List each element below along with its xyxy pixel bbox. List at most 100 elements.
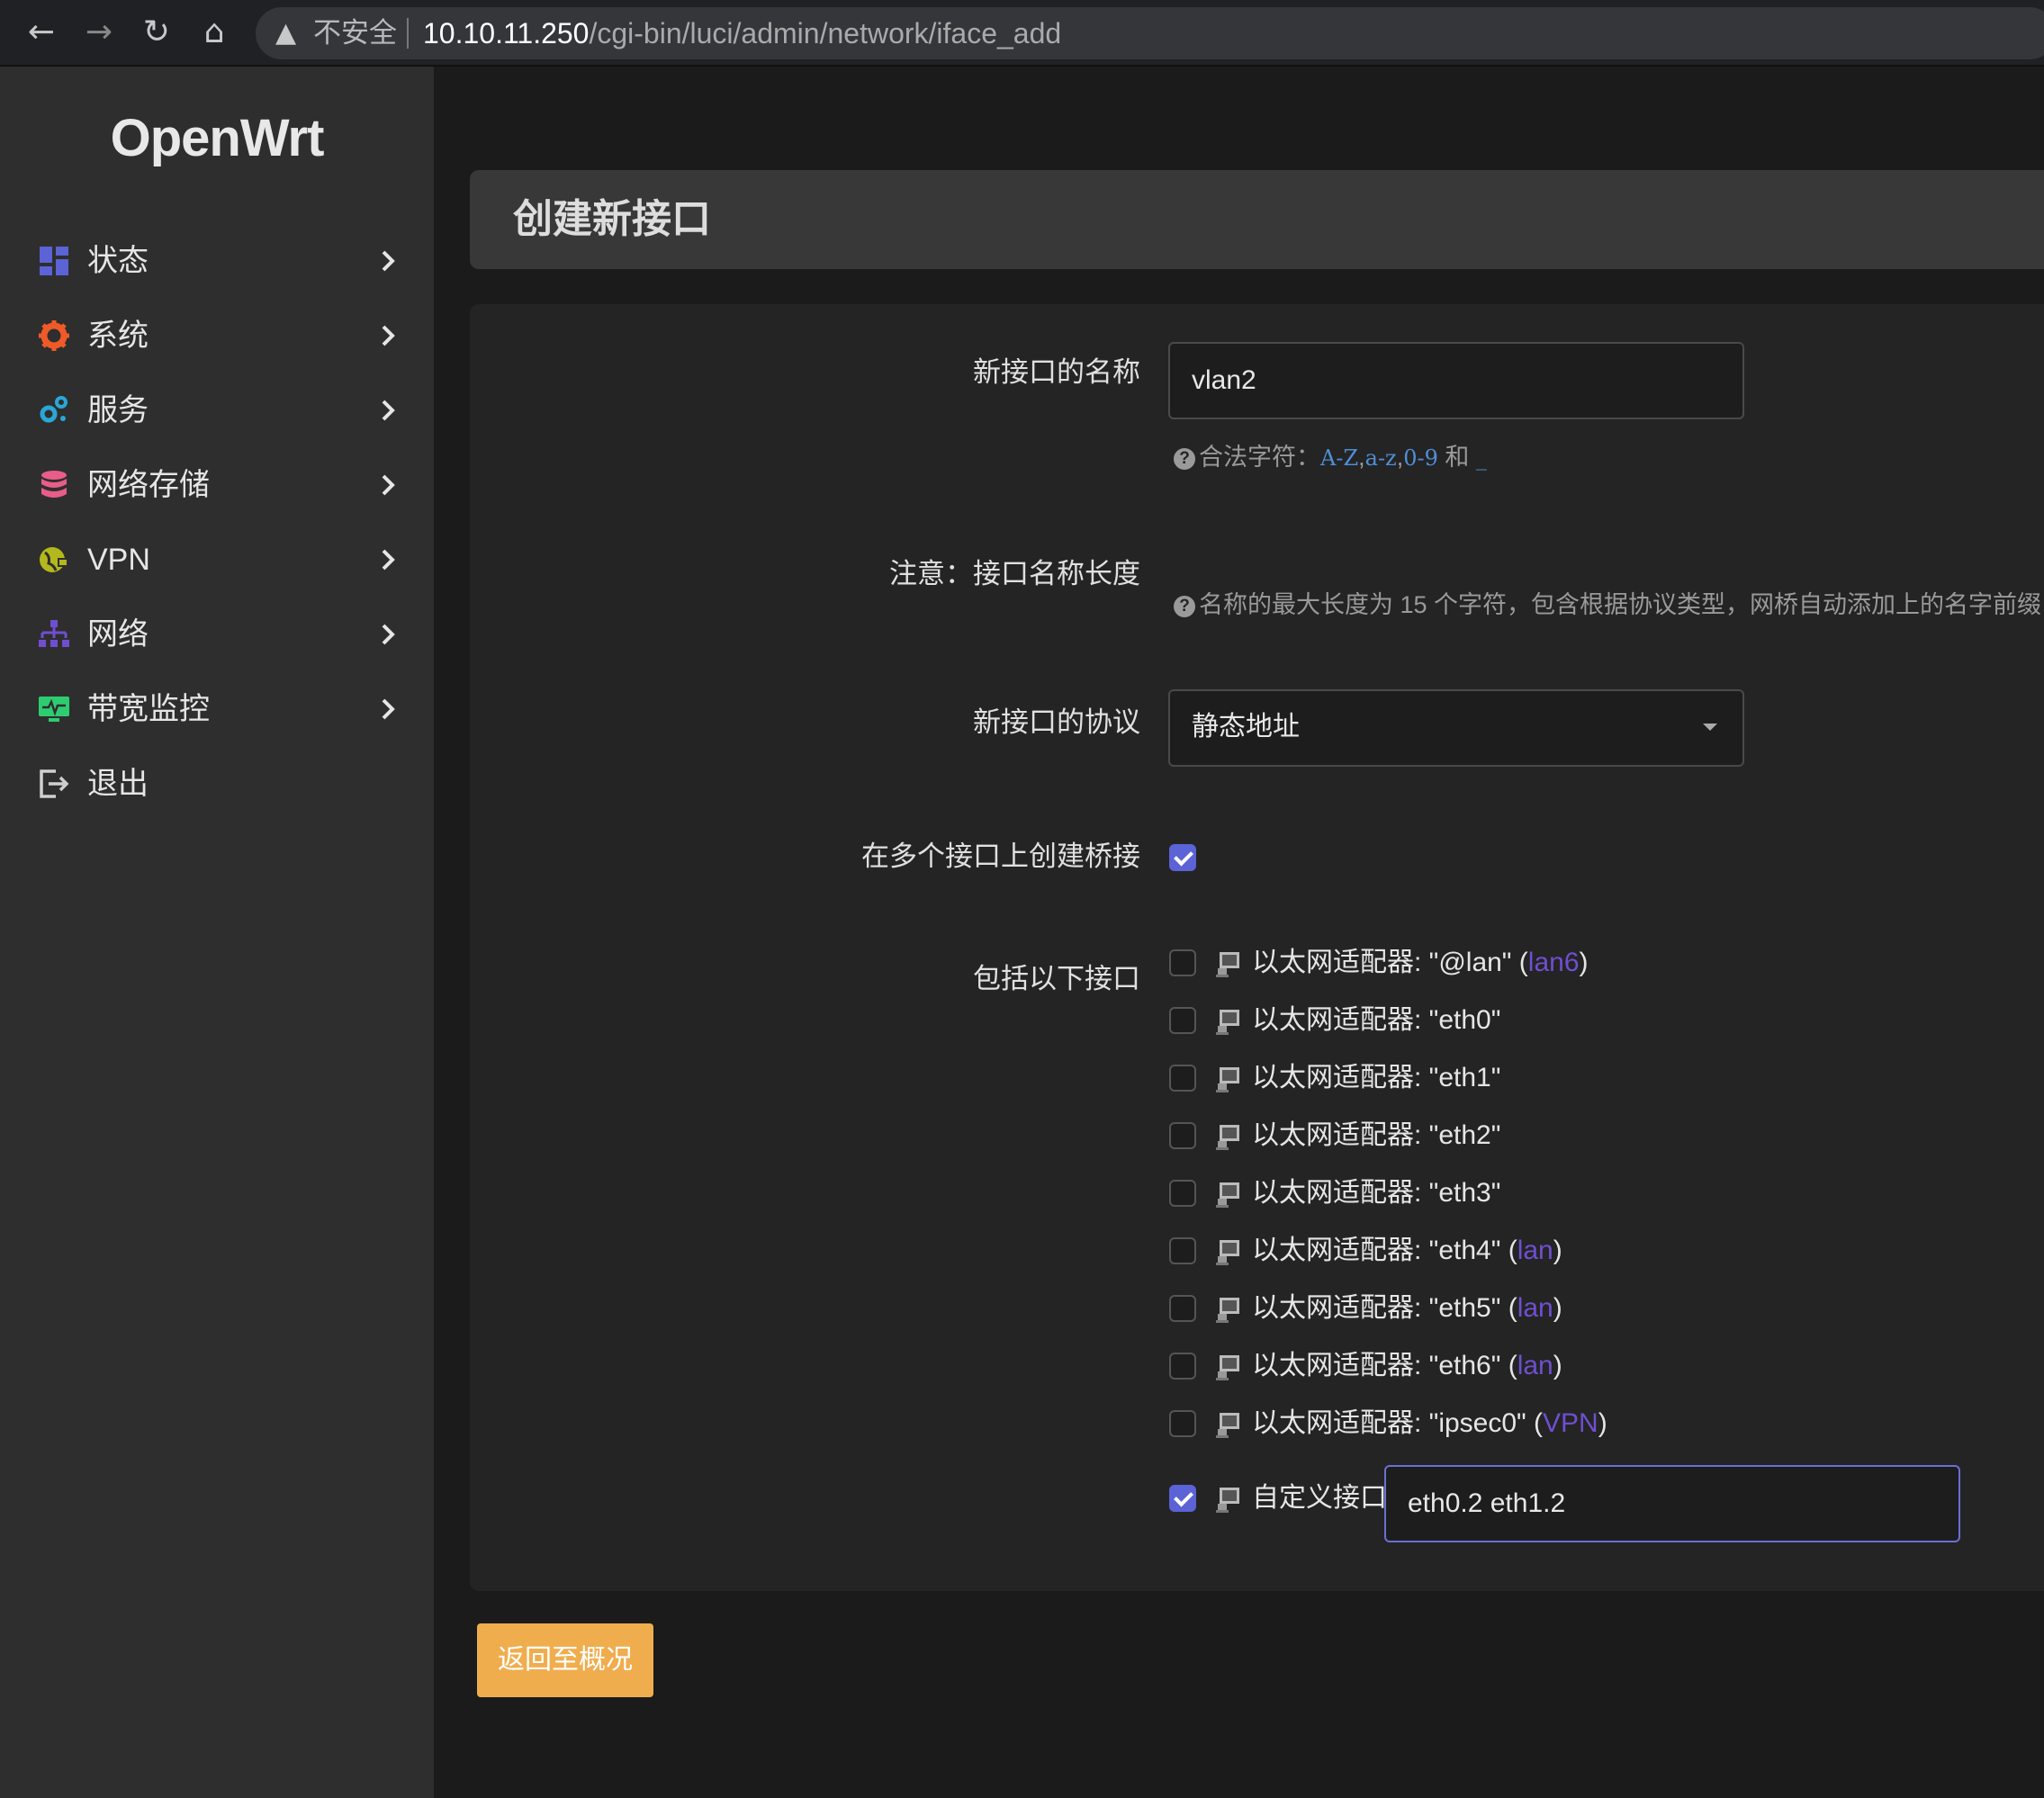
chevron-right-icon [382, 474, 395, 496]
network-adapter-icon [1216, 1125, 1239, 1150]
sidebar-item-label: 网络存储 [87, 468, 210, 502]
note-label: 注意：接口名称长度 [889, 558, 1140, 589]
protocol-selected-value: 静态地址 [1192, 712, 1300, 742]
interface-name: 以太网适配器: "eth6" [1252, 1351, 1501, 1380]
custom-interface-input[interactable] [1384, 1465, 1960, 1542]
sidebar-item-label: 退出 [87, 767, 149, 801]
dashboard-icon [40, 247, 68, 275]
interface-option-label: 以太网适配器: "ipsec0" (VPN) [1252, 1408, 1607, 1438]
sidebar-item-label: VPN [87, 543, 150, 577]
sidebar-item-services[interactable]: 服务 [0, 376, 434, 448]
sidebar-item-status[interactable]: 状态 [0, 227, 434, 299]
page-title: 创建新接口 [513, 197, 711, 241]
sidebar-item-label: 系统 [87, 319, 149, 353]
interface-option-label: 以太网适配器: "eth1" [1252, 1060, 1500, 1096]
interface-name: 以太网适配器: "eth4" [1252, 1236, 1501, 1265]
sidebar-item-system[interactable]: 系统 [0, 301, 434, 373]
hint-range-digits: 0-9 [1403, 445, 1438, 471]
interface-checkbox[interactable] [1169, 1180, 1196, 1207]
protocol-select[interactable]: 静态地址 [1168, 689, 1744, 767]
interface-name: 以太网适配器: "eth1" [1252, 1063, 1501, 1092]
zone-link[interactable]: lan [1517, 1293, 1553, 1323]
chevron-down-icon [1703, 724, 1717, 731]
protocol-label: 新接口的协议 [973, 706, 1140, 738]
gear-icon [39, 320, 69, 351]
url-text[interactable]: 10.10.11.250/cgi-bin/luci/admin/network/… [423, 18, 1061, 49]
interface-name: 以太网适配器: "eth0" [1252, 1005, 1501, 1035]
interface-option-label: 以太网适配器: "eth4" (lan) [1252, 1236, 1562, 1265]
sidebar-item-label: 状态 [87, 244, 149, 278]
interface-name: 以太网适配器: "ipsec0" [1252, 1408, 1526, 1438]
network-adapter-icon [1216, 1067, 1239, 1092]
sidebar-item-nas[interactable]: 网络存储 [0, 451, 434, 523]
bridge-checkbox[interactable] [1169, 844, 1196, 871]
interface-checkbox[interactable] [1169, 949, 1196, 976]
sidebar-item-label: 服务 [87, 393, 149, 427]
sidebar-item-bandwidth[interactable]: 带宽监控 [0, 675, 434, 747]
browser-toolbar: ← → ↻ ⌂ ▲ 不安全 10.10.11.250/cgi-bin/luci/… [0, 0, 2044, 67]
openwrt-logo[interactable]: OpenWrt [0, 108, 434, 168]
network-adapter-icon [1216, 1488, 1239, 1513]
warning-icon: ▲ [275, 17, 297, 49]
zone-link[interactable]: VPN [1543, 1408, 1598, 1438]
interface-checkbox[interactable] [1169, 1007, 1196, 1034]
hint-comma: , [1358, 444, 1365, 471]
custom-interface-label: 自定义接口: [1252, 1483, 1395, 1513]
name-label: 新接口的名称 [973, 356, 1140, 388]
hint-range-upper: A-Z [1320, 445, 1359, 471]
sidebar-item-vpn[interactable]: VPN [0, 526, 434, 598]
sitemap-icon [39, 620, 69, 647]
sidebar: OpenWrt 状态 系统 服务 网络存储 VPN 网络 带宽监控 退出 [0, 67, 434, 1798]
sidebar-item-label: 网络 [87, 617, 149, 652]
chevron-right-icon [382, 624, 395, 645]
logout-icon [40, 769, 69, 798]
note-hint-text: 名称的最大长度为 15 个字符，包含根据协议类型，网桥自动添加上的名字前缀（b [1199, 591, 2044, 618]
monitor-icon [39, 697, 69, 722]
include-label: 包括以下接口 [973, 963, 1140, 994]
cogs-icon [40, 396, 68, 423]
note-hint: ? 名称的最大长度为 15 个字符，包含根据协议类型，网桥自动添加上的名字前缀（b [1174, 589, 2044, 621]
interface-name: 以太网适配器: "@lan" [1252, 948, 1512, 977]
page-header: 创建新接口 [470, 170, 2044, 269]
zone-link[interactable]: lan [1517, 1236, 1553, 1265]
network-adapter-icon [1216, 952, 1239, 977]
globe-lock-icon [40, 547, 68, 572]
interface-name: 以太网适配器: "eth5" [1252, 1293, 1501, 1323]
hint-prefix: 合法字符： [1199, 444, 1320, 471]
interface-option-label: 以太网适配器: "eth6" (lan) [1252, 1351, 1562, 1380]
interface-checkbox[interactable] [1169, 1410, 1196, 1437]
interface-option-label: 以太网适配器: "eth2" [1252, 1118, 1500, 1154]
bridge-label: 在多个接口上创建桥接 [861, 841, 1140, 872]
help-icon: ? [1174, 448, 1195, 470]
sidebar-item-logout[interactable]: 退出 [0, 750, 434, 822]
back-to-overview-button[interactable]: 返回至概况 [477, 1623, 653, 1697]
network-adapter-icon [1216, 1298, 1239, 1323]
hint-and: 和 [1445, 444, 1470, 471]
url-host: 10.10.11.250 [423, 17, 590, 49]
network-adapter-icon [1216, 1182, 1239, 1208]
forward-arrow-icon[interactable]: → [79, 13, 119, 52]
interface-checkbox[interactable] [1169, 1353, 1196, 1380]
hint-range-lower: a-z [1364, 445, 1397, 471]
sidebar-item-network[interactable]: 网络 [0, 600, 434, 672]
network-adapter-icon [1216, 1010, 1239, 1035]
interface-checkbox[interactable] [1169, 1065, 1196, 1092]
home-icon[interactable]: ⌂ [194, 13, 234, 52]
custom-interface-checkbox[interactable] [1169, 1485, 1196, 1512]
reload-icon[interactable]: ↻ [137, 13, 176, 52]
address-divider [407, 18, 409, 49]
interface-checkbox[interactable] [1169, 1237, 1196, 1264]
name-hint: ? 合法字符：A-Z,a-z,0-9 和 _ [1174, 441, 1487, 474]
interface-checkbox[interactable] [1169, 1295, 1196, 1322]
interface-name-input[interactable] [1168, 342, 1744, 419]
form-labels: 新接口的名称 注意：接口名称长度 新接口的协议 在多个接口上创建桥接 包括以下接… [470, 304, 1140, 1591]
back-arrow-icon[interactable]: ← [22, 13, 61, 52]
database-icon [41, 471, 67, 498]
interface-checkbox[interactable] [1169, 1122, 1196, 1149]
zone-link[interactable]: lan [1517, 1351, 1553, 1380]
address-bar[interactable]: ▲ 不安全 10.10.11.250/cgi-bin/luci/admin/ne… [256, 7, 2044, 59]
network-adapter-icon [1216, 1355, 1239, 1380]
interface-option-label: 以太网适配器: "eth0" [1252, 1002, 1500, 1038]
network-adapter-icon [1216, 1413, 1239, 1438]
zone-link[interactable]: lan6 [1528, 948, 1580, 977]
